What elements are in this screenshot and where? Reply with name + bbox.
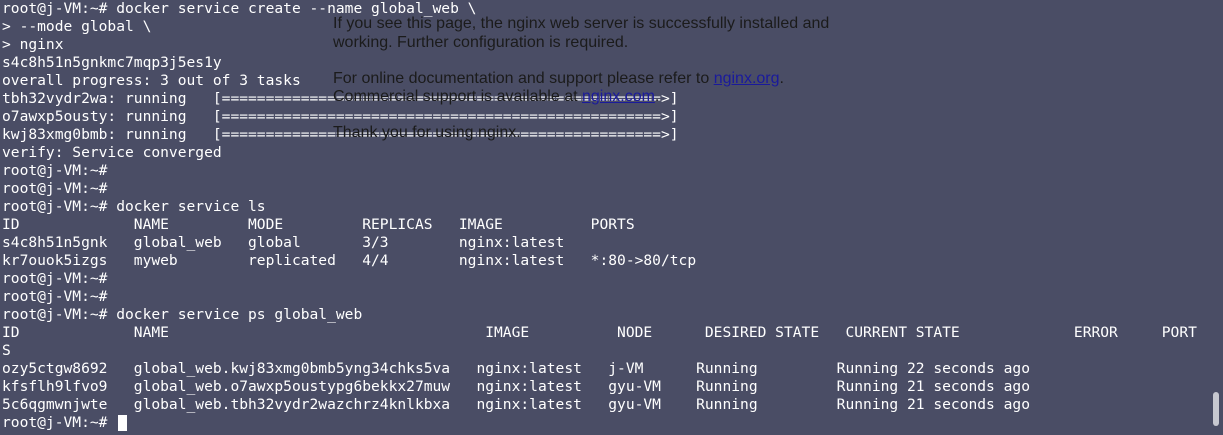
nginx-overlay-text: For online documentation and support ple… — [333, 70, 784, 88]
terminal-line: S — [2, 342, 11, 359]
terminal-line: s4c8h51n5gnkmc7mqp3j5es1y — [2, 54, 222, 71]
terminal-line: > --mode global \ — [2, 18, 152, 35]
terminal-line: root@j-VM:~# — [2, 270, 108, 287]
nginx-overlay-text: If you see this page, the nginx web serv… — [333, 15, 830, 32]
terminal-line: root@j-VM:~# — [2, 180, 108, 197]
terminal-scrollbar[interactable] — [1213, 392, 1219, 426]
terminal-line: kr7ouok5izgs myweb replicated 4/4 nginx:… — [2, 252, 697, 269]
terminal-cursor — [118, 415, 127, 431]
nginx-overlay-text: working. Further configuration is requir… — [333, 34, 629, 51]
nginx-overlay-text: For online documentation and support ple… — [333, 70, 714, 87]
terminal-line: s4c8h51n5gnk global_web global 3/3 nginx… — [2, 234, 565, 251]
terminal-line: ID NAME IMAGE NODE DESIRED STATE CURRENT… — [2, 324, 1197, 341]
terminal-line: verify: Service converged — [2, 144, 222, 161]
terminal-line: overall progress: 3 out of 3 tasks — [2, 72, 301, 89]
nginx-overlay-text: Thank you for using nginx. — [333, 124, 521, 141]
nginx-overlay-text: . — [779, 70, 784, 87]
terminal-line: ozy5ctgw8692 global_web.kwj83xmg0bmb5yng… — [2, 360, 1030, 377]
nginx-overlay-text: Commercial support is available at nginx… — [333, 88, 659, 106]
terminal-line: root@j-VM:~# — [2, 288, 108, 305]
terminal-line: kfsflh9lfvo9 global_web.o7awxp5oustypg6b… — [2, 378, 1030, 395]
nginx-overlay-text: Commercial support is available at — [333, 88, 582, 105]
terminal-line: > nginx — [2, 36, 64, 53]
nginx-overlay-text: . — [654, 88, 660, 105]
terminal-line: 5c6qgmwnjwte global_web.tbh32vydr2wazchr… — [2, 396, 1030, 413]
terminal-line: root@j-VM:~# docker service ps global_we… — [2, 306, 363, 323]
nginx-com-link[interactable]: nginx.com — [582, 88, 655, 105]
terminal-window[interactable]: root@j-VM:~# docker service create --nam… — [0, 0, 1223, 435]
terminal-prompt: root@j-VM:~# — [2, 414, 117, 431]
terminal-line: ID NAME MODE REPLICAS IMAGE PORTS — [2, 216, 635, 233]
nginx-org-link[interactable]: nginx.org — [714, 70, 780, 87]
terminal-line: root@j-VM:~# — [2, 162, 108, 179]
terminal-line: root@j-VM:~# docker service ls — [2, 198, 266, 215]
